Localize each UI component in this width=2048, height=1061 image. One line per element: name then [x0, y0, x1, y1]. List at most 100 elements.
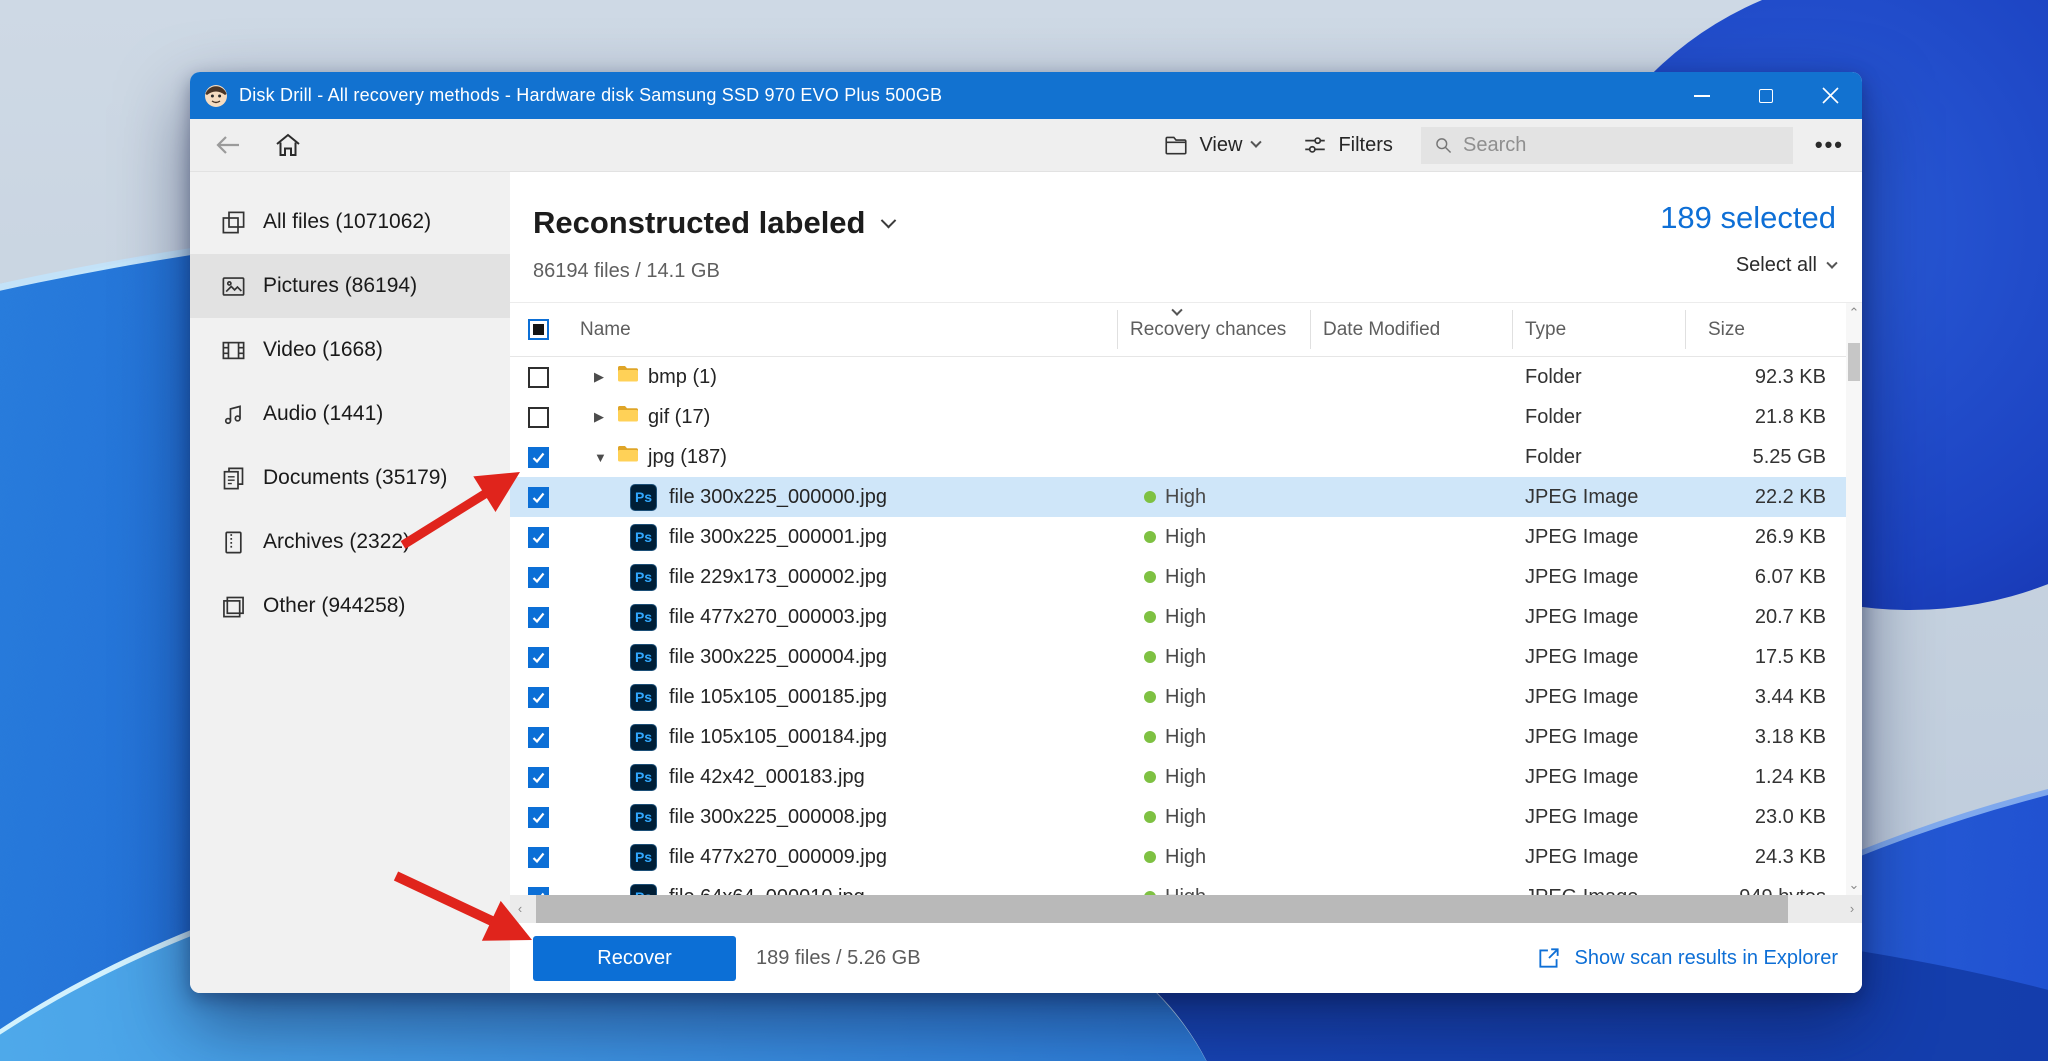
file-size: 21.8 KB — [1685, 406, 1846, 429]
group-title: Reconstructed labeled — [533, 205, 865, 241]
minimize-button[interactable] — [1670, 72, 1734, 119]
recovery-label: High — [1165, 526, 1206, 549]
row-checkbox[interactable] — [528, 847, 549, 868]
file-size: 949 bytes — [1685, 886, 1846, 896]
row-checkbox[interactable] — [528, 807, 549, 828]
column-header-recovery-chances[interactable]: Recovery chances — [1117, 303, 1310, 356]
row-checkbox[interactable] — [528, 527, 549, 548]
sidebar-item-other[interactable]: Other (944258) — [190, 574, 510, 638]
more-options-button[interactable]: ••• — [1815, 132, 1844, 158]
table-row[interactable]: ▼jpg (187)Folder5.25 GB — [510, 437, 1846, 477]
table-header: Name Recovery chances Date Modified Type… — [510, 303, 1846, 357]
table-row[interactable]: Psfile 477x270_000003.jpgHighJPEG Image2… — [510, 597, 1846, 637]
show-in-explorer-link[interactable]: Show scan results in Explorer — [1536, 945, 1838, 971]
recovery-label: High — [1165, 886, 1206, 896]
table-row[interactable]: Psfile 105x105_000185.jpgHighJPEG Image3… — [510, 677, 1846, 717]
filters-icon — [1302, 132, 1328, 158]
view-dropdown[interactable]: View — [1163, 132, 1260, 158]
column-header-type[interactable]: Type — [1512, 303, 1685, 356]
row-checkbox[interactable] — [528, 567, 549, 588]
select-all-dropdown[interactable]: Select all — [1736, 254, 1836, 277]
file-table: ▶bmp (1)Folder92.3 KB▶gif (17)Folder21.8… — [510, 357, 1846, 895]
photoshop-file-icon: Ps — [630, 684, 657, 711]
recover-button[interactable]: Recover — [533, 936, 736, 981]
scroll-right-icon[interactable]: › — [1842, 899, 1862, 919]
back-arrow-icon — [213, 130, 243, 160]
horizontal-scroll-thumb[interactable] — [536, 895, 1788, 923]
back-button[interactable] — [210, 130, 246, 160]
table-row[interactable]: Psfile 64x64_000010.jpgHighJPEG Image949… — [510, 877, 1846, 895]
table-row[interactable]: ▶ gif (17) Folder21.8 KB — [510, 397, 1846, 437]
search-icon — [1433, 134, 1453, 156]
scroll-left-icon[interactable]: ‹ — [510, 899, 530, 919]
table-row[interactable]: Psfile 300x225_000004.jpgHighJPEG Image1… — [510, 637, 1846, 677]
row-checkbox[interactable] — [528, 607, 549, 628]
column-header-date-modified[interactable]: Date Modified — [1310, 303, 1512, 356]
file-name: file 477x270_000009.jpg — [669, 846, 887, 869]
file-size: 3.44 KB — [1685, 686, 1846, 709]
recovery-label: High — [1165, 686, 1206, 709]
close-button[interactable] — [1798, 72, 1862, 119]
column-header-size[interactable]: Size — [1685, 303, 1846, 356]
sidebar-item-label: Pictures (86194) — [263, 274, 417, 298]
column-header-name[interactable]: Name — [567, 303, 1117, 356]
row-checkbox[interactable] — [528, 487, 549, 508]
sidebar-item-all-files[interactable]: All files (1071062) — [190, 190, 510, 254]
recovery-high-dot — [1144, 691, 1156, 703]
file-type: Folder — [1512, 406, 1685, 429]
sidebar-item-audio[interactable]: Audio (1441) — [190, 382, 510, 446]
filters-button[interactable]: Filters — [1302, 132, 1392, 158]
folder-name: jpg (187) — [648, 446, 727, 469]
scroll-up-icon[interactable]: ⌃ — [1849, 303, 1860, 323]
search-box[interactable] — [1421, 127, 1793, 164]
row-checkbox[interactable] — [528, 647, 549, 668]
table-row[interactable]: ▶bmp (1)Folder92.3 KB — [510, 357, 1846, 397]
content-area: All files (1071062) Pictures (86194) Video… — [190, 172, 1862, 993]
desktop-wallpaper: Disk Drill - All recovery methods - Hard… — [0, 0, 2048, 1061]
horizontal-scrollbar[interactable]: ‹ › — [510, 895, 1862, 923]
footer-bar: Recover 189 files / 5.26 GB Show scan re… — [510, 923, 1862, 993]
row-checkbox[interactable] — [528, 367, 549, 388]
maximize-button[interactable] — [1734, 72, 1798, 119]
sidebar-item-video[interactable]: Video (1668) — [190, 318, 510, 382]
home-button[interactable] — [270, 130, 306, 160]
sidebar-item-label: Audio (1441) — [263, 402, 383, 426]
table-row[interactable]: Psfile 42x42_000183.jpgHighJPEG Image1.2… — [510, 757, 1846, 797]
table-row[interactable]: Psfile 105x105_000184.jpgHighJPEG Image3… — [510, 717, 1846, 757]
expand-icon[interactable]: ▶ — [594, 409, 609, 425]
table-row[interactable]: Psfile 300x225_000008.jpgHighJPEG Image2… — [510, 797, 1846, 837]
sidebar-item-documents[interactable]: Documents (35179) — [190, 446, 510, 510]
table-row[interactable]: Psfile 300x225_000000.jpgHighJPEG Image2… — [510, 477, 1846, 517]
table-row[interactable]: Psfile 477x270_000009.jpgHighJPEG Image2… — [510, 837, 1846, 877]
row-checkbox[interactable] — [528, 887, 549, 896]
main-panel: Reconstructed labeled 86194 files / 14.1… — [510, 172, 1862, 993]
sidebar-item-label: Other (944258) — [263, 594, 405, 618]
sidebar-item-archives[interactable]: Archives (2322) — [190, 510, 510, 574]
table-row[interactable]: Psfile 300x225_000001.jpgHighJPEG Image2… — [510, 517, 1846, 557]
row-checkbox[interactable] — [528, 767, 549, 788]
vertical-scroll-thumb[interactable] — [1848, 343, 1860, 381]
search-input[interactable] — [1463, 134, 1781, 157]
header-checkbox-indeterminate[interactable] — [528, 319, 549, 340]
row-checkbox[interactable] — [528, 727, 549, 748]
file-type: JPEG Image — [1512, 886, 1685, 896]
recovery-label: High — [1165, 606, 1206, 629]
table-row[interactable]: Psfile 229x173_000002.jpgHighJPEG Image6… — [510, 557, 1846, 597]
folder-icon — [617, 445, 639, 469]
recovery-label: High — [1165, 726, 1206, 749]
group-dropdown[interactable]: Reconstructed labeled — [533, 205, 894, 241]
folder-name: gif (17) — [648, 406, 710, 429]
row-checkbox[interactable] — [528, 447, 549, 468]
filters-label: Filters — [1338, 134, 1392, 157]
file-name: file 477x270_000003.jpg — [669, 606, 887, 629]
vertical-scrollbar[interactable]: ⌃ ⌄ — [1846, 303, 1862, 895]
scroll-down-icon[interactable]: ⌄ — [1849, 875, 1860, 895]
row-checkbox[interactable] — [528, 407, 549, 428]
select-all-checkbox[interactable] — [510, 303, 567, 356]
file-type: JPEG Image — [1512, 846, 1685, 869]
file-type: JPEG Image — [1512, 766, 1685, 789]
row-checkbox[interactable] — [528, 687, 549, 708]
sidebar-item-pictures[interactable]: Pictures (86194) — [190, 254, 510, 318]
expand-icon[interactable]: ▶ — [594, 369, 609, 385]
collapse-icon[interactable]: ▼ — [594, 450, 609, 465]
